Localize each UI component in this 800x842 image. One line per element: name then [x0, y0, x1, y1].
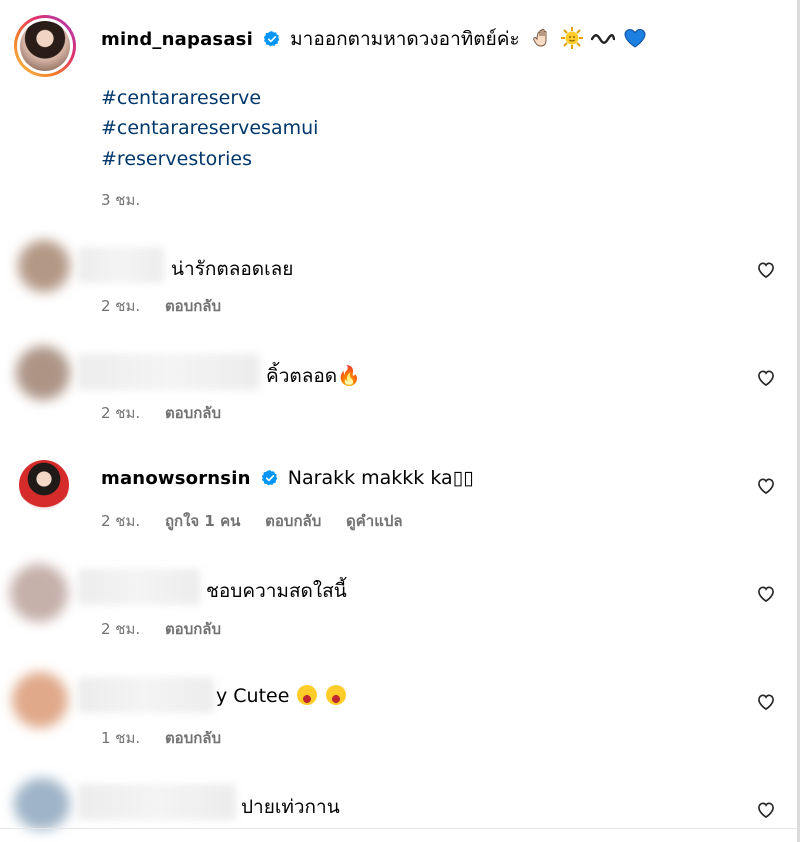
- reply-button[interactable]: ตอบกลับ: [165, 620, 221, 638]
- commenter-username[interactable]: manowsornsin: [101, 468, 251, 489]
- comment-time: 2 ชม.: [101, 512, 141, 530]
- commenter-username[interactable]: [78, 354, 260, 390]
- verified-badge-icon: [261, 470, 277, 486]
- heart-icon[interactable]: [756, 260, 776, 280]
- wavy-dash-icon: [590, 34, 616, 44]
- comment-meta: 2 ชม. ตอบกลับ: [101, 401, 241, 425]
- post-timestamp: 3 ชม.: [101, 191, 141, 209]
- comment-meta: 2 ชม. ถูกใจ 1 คน ตอบกลับ ดูคำแปล: [101, 509, 423, 533]
- commenter-username[interactable]: [78, 247, 164, 283]
- commenter-avatar[interactable]: [12, 672, 68, 728]
- comment-line: manowsornsin Narakk makkk ka▯▯: [101, 467, 474, 489]
- comment-text: น่ารักตลอดเลย: [171, 258, 294, 280]
- likes-count[interactable]: ถูกใจ 1 คน: [165, 512, 240, 530]
- heart-icon[interactable]: [756, 692, 776, 712]
- comment-time: 1 ชม.: [101, 729, 141, 747]
- comment-text: คิ้วตลอด🔥: [266, 361, 361, 391]
- caption-line: mind_napasasi มาออกตามหาดวงอาทิตย์ค่ะ: [101, 24, 647, 54]
- comment-text: y Cutee: [216, 685, 346, 707]
- blue-heart-icon: [624, 28, 646, 48]
- reply-button[interactable]: ตอบกลับ: [165, 729, 221, 747]
- hashtag-link[interactable]: #centarareservesamui: [101, 117, 318, 139]
- hashtag-link[interactable]: #reservestories: [101, 148, 252, 170]
- commenter-avatar[interactable]: [18, 240, 70, 292]
- heart-icon[interactable]: [756, 584, 776, 604]
- comment-text-content: y Cutee: [216, 685, 290, 707]
- commenter-avatar[interactable]: [14, 778, 70, 830]
- comment-text: Narakk makkk ka: [287, 467, 453, 489]
- commenter-avatar[interactable]: [16, 346, 70, 400]
- comment-time: 2 ชม.: [101, 297, 141, 315]
- post-caption: mind_napasasi มาออกตามหาดวงอาทิตย์ค่ะ #c…: [0, 0, 790, 215]
- commenter-username[interactable]: [78, 677, 214, 713]
- post-author-username[interactable]: mind_napasasi: [101, 29, 253, 50]
- commenter-username[interactable]: [78, 569, 200, 605]
- verified-badge-icon: [263, 31, 280, 47]
- waving-hand-icon: [532, 28, 547, 47]
- reply-button[interactable]: ตอบกลับ: [165, 297, 221, 315]
- comment-time: 2 ชม.: [101, 620, 141, 638]
- comment-meta: 2 ชม. ตอบกลับ: [101, 294, 241, 318]
- commenter-username[interactable]: [78, 784, 236, 820]
- divider: [0, 828, 800, 829]
- heart-icon[interactable]: [756, 476, 776, 496]
- unrendered-glyphs: ▯▯: [452, 467, 474, 489]
- commenter-avatar[interactable]: [10, 564, 68, 622]
- comment-text-content: คิ้วตลอด🔥: [266, 365, 361, 387]
- heart-eyes-emoji-icon: [325, 685, 346, 705]
- post-author-avatar[interactable]: [14, 15, 76, 77]
- caption-emojis: [531, 27, 647, 49]
- comments-panel: mind_napasasi มาออกตามหาดวงอาทิตย์ค่ะ #c…: [0, 0, 800, 842]
- see-translation-button[interactable]: ดูคำแปล: [346, 512, 403, 530]
- comment-time: 2 ชม.: [101, 404, 141, 422]
- heart-icon[interactable]: [756, 368, 776, 388]
- hashtag-link[interactable]: #centarareserve: [101, 87, 261, 109]
- comment-meta: 1 ชม. ตอบกลับ: [101, 726, 241, 750]
- heart-eyes-emoji-icon: [297, 685, 318, 705]
- comment-text: ปายเท่วกาน: [241, 796, 340, 818]
- sun-face-icon: [560, 27, 583, 49]
- heart-icon[interactable]: [756, 800, 776, 820]
- reply-button[interactable]: ตอบกลับ: [265, 512, 321, 530]
- comment-meta: 2 ชม. ตอบกลับ: [101, 617, 241, 641]
- comment-text: ชอบความสดใสนี้: [206, 580, 347, 602]
- caption-text: มาออกตามหาดวงอาทิตย์ค่ะ: [290, 28, 520, 50]
- reply-button[interactable]: ตอบกลับ: [165, 404, 221, 422]
- commenter-avatar[interactable]: [19, 460, 69, 510]
